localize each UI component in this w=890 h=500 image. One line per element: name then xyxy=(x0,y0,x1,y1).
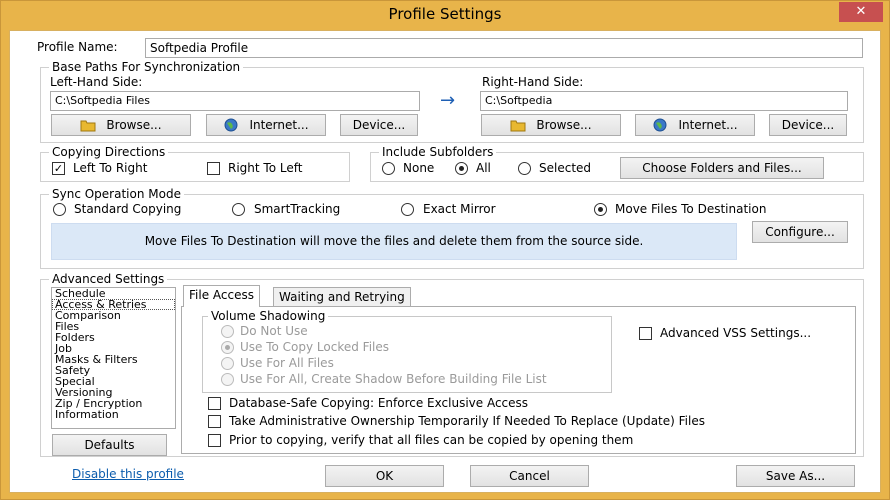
right-internet-button[interactable]: Internet... xyxy=(635,114,755,136)
list-item[interactable]: Information xyxy=(52,409,175,420)
tab-file-access[interactable]: File Access xyxy=(183,285,260,307)
subfolders-selected-label: Selected xyxy=(539,161,592,175)
verify-files-label: Prior to copying, verify that all files … xyxy=(229,433,634,447)
mode-standard-radio[interactable] xyxy=(53,203,66,216)
folder-icon xyxy=(80,118,96,132)
mode-description: Move Files To Destination will move the … xyxy=(51,223,737,260)
mode-smarttracking-radio[interactable] xyxy=(232,203,245,216)
defaults-button[interactable]: Defaults xyxy=(52,434,167,456)
right-device-button[interactable]: Device... xyxy=(769,114,847,136)
globe-icon xyxy=(652,118,668,132)
advanced-vss-label: Advanced VSS Settings... xyxy=(660,326,812,340)
folder-icon xyxy=(510,118,526,132)
vss-locked-files-radio[interactable] xyxy=(221,341,234,354)
save-as-button[interactable]: Save As... xyxy=(736,465,855,487)
database-safe-checkbox[interactable] xyxy=(208,397,221,410)
mode-standard-label: Standard Copying xyxy=(74,202,182,216)
subfolders-none-radio[interactable] xyxy=(382,162,395,175)
mode-smarttracking-label: SmartTracking xyxy=(254,202,341,216)
vss-all-files-radio[interactable] xyxy=(221,357,234,370)
right-side-label: Right-Hand Side: xyxy=(482,75,584,89)
left-path-input[interactable]: C:\Softpedia Files xyxy=(50,91,420,111)
choose-folders-button[interactable]: Choose Folders and Files... xyxy=(620,157,824,179)
database-safe-label: Database-Safe Copying: Enforce Exclusive… xyxy=(229,396,529,410)
profile-name-label: Profile Name: xyxy=(37,40,118,54)
subfolders-selected-radio[interactable] xyxy=(518,162,531,175)
mode-move-files-radio[interactable] xyxy=(594,203,607,216)
vss-do-not-use-label: Do Not Use xyxy=(240,324,308,338)
mode-move-files-label: Move Files To Destination xyxy=(615,202,767,216)
right-to-left-label: Right To Left xyxy=(228,161,303,175)
subfolders-none-label: None xyxy=(403,161,435,175)
left-to-right-label: Left To Right xyxy=(73,161,148,175)
globe-icon xyxy=(223,118,239,132)
vss-locked-files-label: Use To Copy Locked Files xyxy=(240,340,390,354)
mode-exact-mirror-label: Exact Mirror xyxy=(423,202,496,216)
mode-exact-mirror-radio[interactable] xyxy=(401,203,414,216)
browse-label: Browse... xyxy=(106,118,162,132)
advanced-settings-title: Advanced Settings xyxy=(49,272,168,286)
settings-category-list[interactable]: Schedule Access & Retries Comparison Fil… xyxy=(51,287,176,429)
sync-mode-title: Sync Operation Mode xyxy=(49,187,184,201)
left-internet-button[interactable]: Internet... xyxy=(206,114,326,136)
configure-button[interactable]: Configure... xyxy=(752,221,848,243)
base-paths-title: Base Paths For Synchronization xyxy=(49,60,244,74)
internet-label: Internet... xyxy=(249,118,309,132)
browse-label: Browse... xyxy=(536,118,592,132)
subfolders-all-label: All xyxy=(476,161,491,175)
right-path-input[interactable]: C:\Softpedia xyxy=(480,91,848,111)
admin-ownership-label: Take Administrative Ownership Temporaril… xyxy=(229,414,705,428)
vss-shadow-before-label: Use For All, Create Shadow Before Buildi… xyxy=(240,372,547,386)
cancel-button[interactable]: Cancel xyxy=(470,465,589,487)
close-button[interactable]: ✕ xyxy=(839,2,883,22)
right-browse-button[interactable]: Browse... xyxy=(481,114,621,136)
disable-profile-link[interactable]: Disable this profile xyxy=(72,467,184,481)
admin-ownership-checkbox[interactable] xyxy=(208,415,221,428)
left-to-right-checkbox[interactable]: ✓ xyxy=(52,162,65,175)
dialog-body: Profile Name: Softpedia Profile Base Pat… xyxy=(9,30,881,493)
vss-do-not-use-radio[interactable] xyxy=(221,325,234,338)
verify-files-checkbox[interactable] xyxy=(208,434,221,447)
left-side-label: Left-Hand Side: xyxy=(50,75,143,89)
include-subfolders-title: Include Subfolders xyxy=(379,145,497,159)
profile-name-input[interactable]: Softpedia Profile xyxy=(145,38,863,58)
advanced-vss-checkbox[interactable] xyxy=(639,327,652,340)
tab-waiting-retrying[interactable]: Waiting and Retrying xyxy=(273,287,411,307)
left-device-button[interactable]: Device... xyxy=(340,114,418,136)
vss-shadow-before-radio[interactable] xyxy=(221,373,234,386)
right-to-left-checkbox[interactable] xyxy=(207,162,220,175)
internet-label: Internet... xyxy=(678,118,738,132)
copying-directions-title: Copying Directions xyxy=(49,145,169,159)
arrow-right-icon: → xyxy=(440,90,456,111)
vss-all-files-label: Use For All Files xyxy=(240,356,334,370)
window-title: Profile Settings xyxy=(388,5,502,23)
left-browse-button[interactable]: Browse... xyxy=(51,114,191,136)
subfolders-all-radio[interactable] xyxy=(455,162,468,175)
volume-shadowing-title: Volume Shadowing xyxy=(208,309,329,323)
window-frame: Profile Settings ✕ Profile Name: Softped… xyxy=(0,0,890,500)
ok-button[interactable]: OK xyxy=(325,465,444,487)
